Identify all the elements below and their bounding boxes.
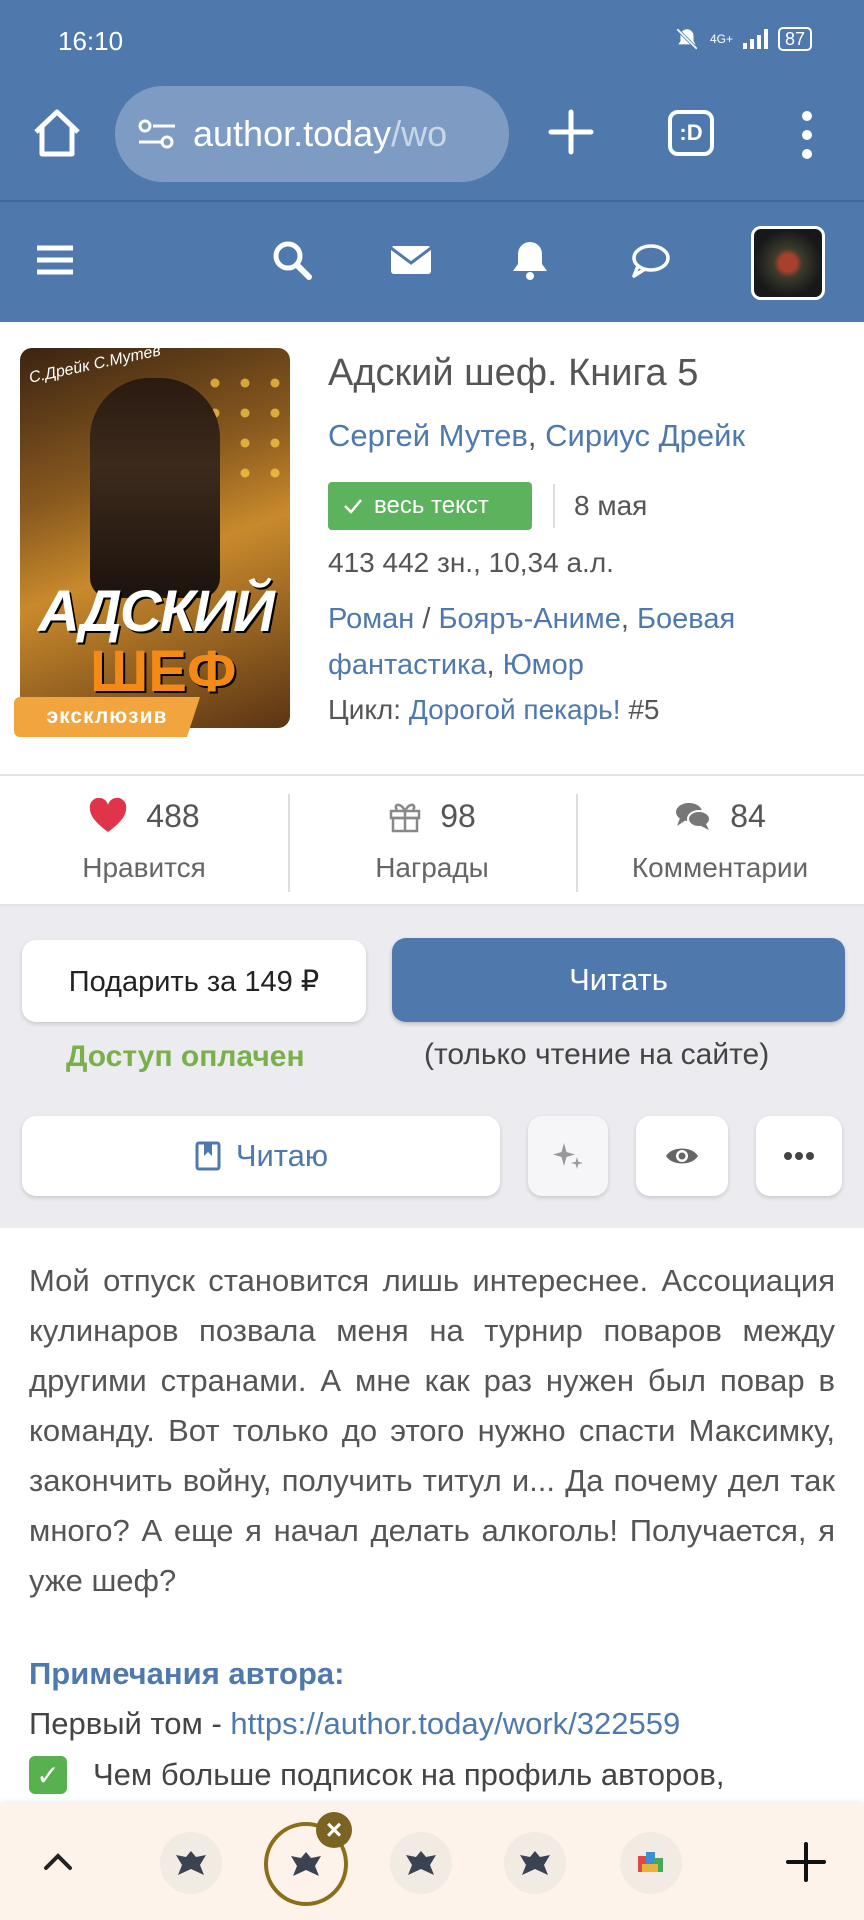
new-tab-icon[interactable] <box>545 106 597 158</box>
status-badge-label: весь текст <box>374 492 489 519</box>
genres: Роман / Бояръ-Аниме, Боевая фантастика, … <box>328 603 736 681</box>
url-text: author.today/wo <box>193 113 447 155</box>
awards-count: 98 <box>440 797 476 834</box>
comments-icon <box>676 803 712 830</box>
exclusive-badge: эксклюзив <box>14 697 200 737</box>
watch-button[interactable] <box>636 1116 728 1196</box>
new-tab-plus-icon[interactable] <box>784 1840 828 1884</box>
tab-thumbnail[interactable] <box>160 1832 222 1894</box>
sparkles-icon <box>553 1143 583 1169</box>
gift-icon <box>389 803 421 833</box>
cover-figure <box>90 378 220 598</box>
recommend-button[interactable] <box>528 1116 608 1196</box>
first-volume-link[interactable]: https://author.today/work/322559 <box>230 1706 680 1741</box>
cover-title-line2: ШЕФ <box>90 639 237 704</box>
cycle-number: #5 <box>628 694 660 725</box>
likes-label: Нравится <box>82 852 206 883</box>
colorful-favicon-icon <box>638 1852 663 1872</box>
author-link[interactable]: Сергей Мутев <box>328 418 528 453</box>
genre-link[interactable]: Юмор <box>503 649 584 681</box>
network-type: 4G+ <box>709 32 733 46</box>
subscribe-text: Чем больше подписок на профиль авторов, <box>93 1757 725 1792</box>
browser-menu-icon[interactable] <box>792 108 822 162</box>
book-authors: Сергей Мутев, Сириус Дрейк <box>328 418 746 453</box>
site-favicon-icon <box>291 1852 321 1876</box>
book-cycle: Цикл: Дорогой пекарь! #5 <box>328 694 659 726</box>
book-stats: 488 Нравится 98 Награды 84 Комментарии <box>0 774 864 906</box>
bookmark-book-icon <box>195 1141 221 1171</box>
hamburger-menu-icon[interactable] <box>33 238 77 282</box>
chevron-up-icon[interactable] <box>38 1842 78 1882</box>
messages-chat-icon[interactable] <box>628 238 672 282</box>
awards-label: Награды <box>375 852 489 883</box>
book-size: 413 442 зн., 10,34 а.л. <box>328 547 614 578</box>
check-icon <box>344 499 362 514</box>
mail-icon[interactable] <box>388 238 434 282</box>
reading-label: Читаю <box>235 1138 329 1173</box>
address-bar[interactable]: author.today/wo <box>115 86 509 182</box>
comments-stat[interactable]: 84 Комментарии <box>576 776 864 904</box>
battery-icon: 87 <box>777 27 812 51</box>
divider <box>553 484 555 528</box>
author-link[interactable]: Сириус Дрейк <box>545 418 745 453</box>
awards-stat[interactable]: 98 Награды <box>288 776 576 904</box>
mute-icon <box>676 28 698 50</box>
heart-icon <box>90 798 127 832</box>
site-header <box>0 200 864 322</box>
first-volume-line: Первый том - https://author.today/work/3… <box>29 1706 680 1742</box>
tab-thumbnail[interactable] <box>620 1832 682 1894</box>
signal-icon <box>742 29 768 49</box>
read-only-note: (только чтение на сайте) <box>424 1038 770 1071</box>
search-icon[interactable] <box>270 238 314 282</box>
eye-icon <box>666 1148 698 1164</box>
subscribe-note: ✓ Чем больше подписок на профиль авторов… <box>29 1756 835 1794</box>
comments-label: Комментарии <box>631 852 809 883</box>
tabs-switcher-button[interactable]: :D <box>668 110 714 156</box>
cycle-label: Цикл: <box>328 694 402 725</box>
system-icons: 4G+ 87 <box>674 26 812 52</box>
first-volume-label: Первый том - <box>29 1706 231 1741</box>
site-favicon-icon <box>406 1851 436 1875</box>
more-options-button[interactable] <box>756 1116 842 1196</box>
bottom-tab-strip: × <box>0 1804 864 1920</box>
gift-purchase-button[interactable]: Подарить за 149 ₽ <box>22 940 366 1022</box>
user-avatar[interactable] <box>751 226 825 300</box>
paid-status: Доступ оплачен <box>66 1040 305 1073</box>
site-favicon-icon <box>176 1851 206 1875</box>
publish-date: 8 мая <box>574 490 648 521</box>
book-cover-image[interactable]: С.Дрейк С.Мутев АДСКИЙ ШЕФ <box>20 348 290 728</box>
tab-thumbnail[interactable] <box>504 1832 566 1894</box>
likes-count: 488 <box>146 797 200 834</box>
status-badge: весь текст <box>328 482 532 530</box>
author-notes-heading: Примечания автора: <box>29 1656 345 1691</box>
ellipsis-icon <box>784 1152 814 1160</box>
comments-count: 84 <box>730 797 766 834</box>
close-tab-icon[interactable]: × <box>316 1812 352 1848</box>
likes-stat[interactable]: 488 Нравится <box>0 776 288 904</box>
status-bar: 16:10 4G+ 87 <box>0 0 864 84</box>
url-host: author.today <box>193 113 392 154</box>
home-icon[interactable] <box>30 106 84 160</box>
book-actions: Подарить за 149 ₽ Читать Доступ оплачен … <box>0 906 864 1228</box>
genre-link[interactable]: Бояръ-Аниме <box>438 603 620 635</box>
browser-toolbar: author.today/wo :D <box>0 84 864 200</box>
browser-chrome: 16:10 4G+ 87 author.today/wo :D <box>0 0 864 200</box>
notifications-bell-icon[interactable] <box>508 238 552 282</box>
status-time: 16:10 <box>58 26 124 56</box>
url-path: /wo <box>391 113 448 154</box>
reading-library-button[interactable]: Читаю <box>22 1116 500 1196</box>
site-settings-icon[interactable] <box>137 118 177 150</box>
read-button[interactable]: Читать <box>392 938 845 1022</box>
cover-title-line1: АДСКИЙ <box>38 579 275 644</box>
check-mark-icon: ✓ <box>29 1756 67 1794</box>
site-favicon-icon <box>520 1851 550 1875</box>
book-title: Адский шеф. Книга 5 <box>328 352 699 394</box>
cycle-link[interactable]: Дорогой пекарь! <box>409 694 621 725</box>
tab-thumbnail[interactable] <box>390 1832 452 1894</box>
genre-link[interactable]: Роман <box>328 603 414 635</box>
book-annotation: Мой отпуск становится лишь интереснее. А… <box>29 1263 835 1598</box>
